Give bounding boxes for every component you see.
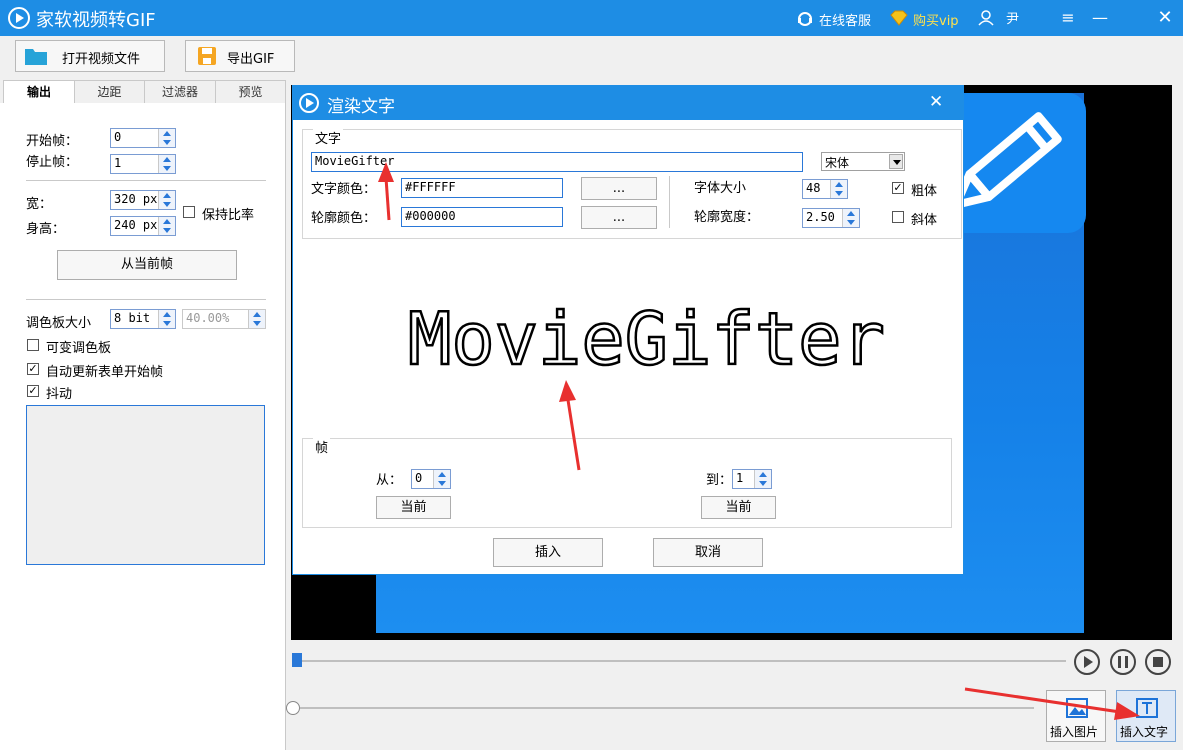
annotation-arrows xyxy=(378,162,1140,720)
arrow-to-insert-text xyxy=(964,687,1121,714)
arrow-to-preview xyxy=(566,399,581,471)
arrow-to-text-input xyxy=(384,177,391,221)
